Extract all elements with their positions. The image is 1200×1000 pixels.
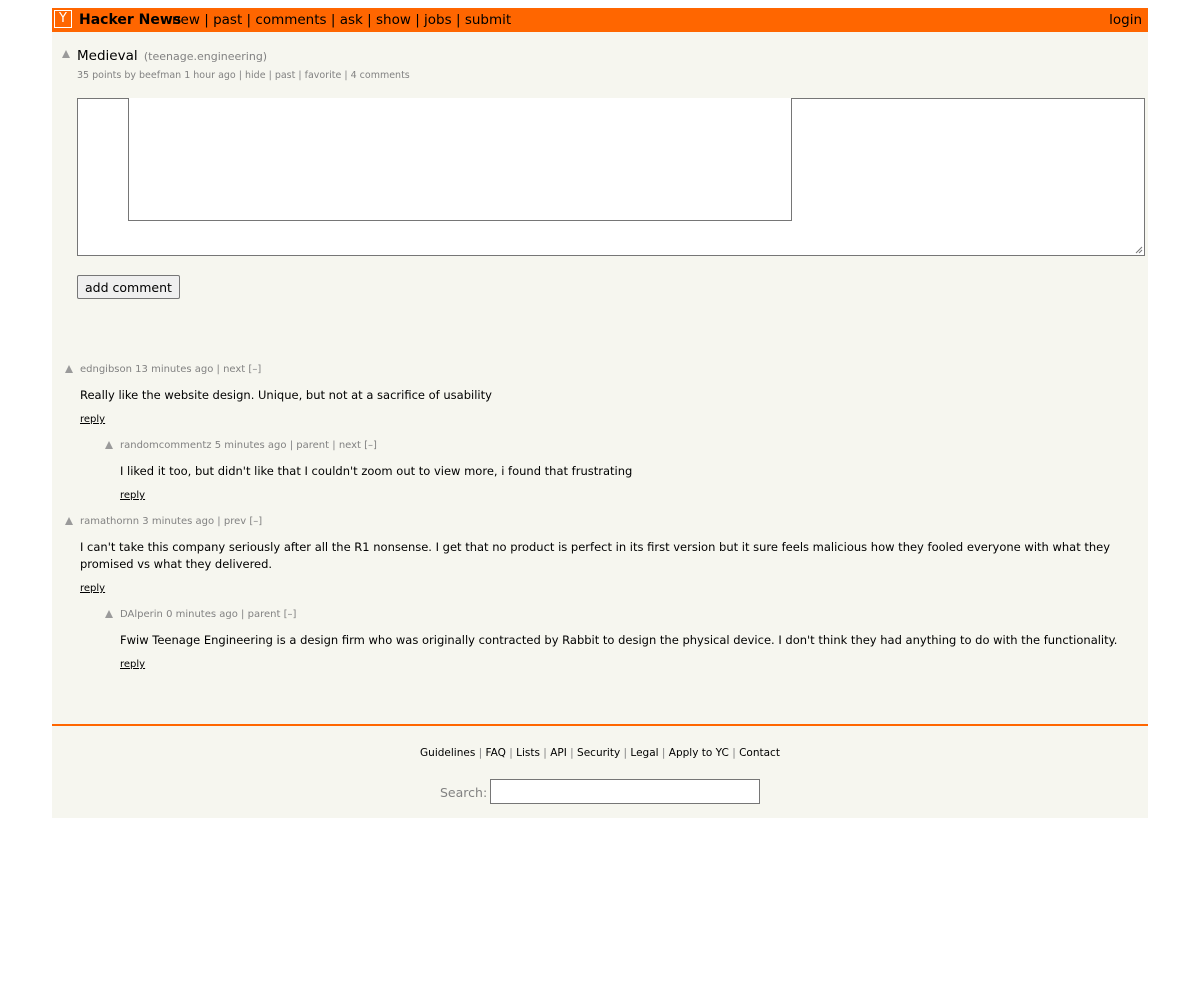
comment-age-link[interactable]: 5 minutes ago [215,440,287,451]
comment-reply-link[interactable]: reply [120,658,145,671]
comment-text: Fwiw Teenage Engineering is a design fir… [120,633,1118,647]
story-upvote-icon[interactable] [62,50,70,58]
footer-contact-link[interactable]: Contact [739,747,780,759]
footer-apply-link[interactable]: Apply to YC [669,747,729,759]
footer-separator: | [623,747,628,759]
story-by: by [124,70,136,81]
footer-separator: | [732,747,736,759]
story-title-text: Medieval [77,48,138,64]
comment-reply-link[interactable]: reply [120,489,145,502]
comment-separator: | [332,440,336,451]
comment-upvote-icon[interactable] [105,610,113,618]
comment-user-link[interactable]: ramathornn [80,516,139,527]
comment-parent-link[interactable]: parent [248,609,281,620]
story-title[interactable]: Medieval (teenage.engineering) [77,47,267,66]
story-subtext: 35 points by beefman 1 hour ago | hide |… [77,69,410,82]
footer-separator: | [543,747,547,759]
comment-prev-link[interactable]: prev [224,516,246,527]
footer-lists-link[interactable]: Lists [516,747,540,759]
comment-separator: | [241,609,245,620]
search-label: Search: [440,785,488,800]
footer-legal-link[interactable]: Legal [630,747,658,759]
login-link[interactable]: login [1109,11,1142,29]
comment-age-link[interactable]: 13 minutes ago [135,364,213,375]
nav-past[interactable]: past [213,12,242,28]
comment-separator: | [289,440,294,451]
footer-api-link[interactable]: API [550,747,567,759]
footer-faq-link[interactable]: FAQ [486,747,506,759]
comment-toggle[interactable]: [–] [248,364,261,375]
subtext-separator: | [268,70,272,81]
comment-next-link[interactable]: next [223,364,245,375]
story-favorite-link[interactable]: favorite [305,70,342,81]
y-logo-icon[interactable]: Y [54,10,72,28]
story-user-link[interactable]: beefman [139,70,181,81]
nav-ask[interactable]: ask [340,12,363,28]
comment-upvote-icon[interactable] [65,365,73,373]
comment-user-link[interactable]: edngibson [80,364,132,375]
story-past-link[interactable]: past [275,70,296,81]
top-nav: new | past | comments | ask | show | job… [172,11,511,29]
story-comments-link[interactable]: 4 comments [351,70,410,81]
comment-text: Really like the website design. Unique, … [80,388,492,402]
footer-separator: | [478,747,483,759]
footer-separator: | [661,747,666,759]
comment-upvote-icon[interactable] [65,517,73,525]
story-points: 35 points [77,70,122,81]
nav-submit[interactable]: submit [465,12,511,28]
comment-reply-link[interactable]: reply [80,413,105,426]
nav-separator: | [204,12,209,28]
comment-toggle[interactable]: [–] [284,609,297,620]
story-hide-link[interactable]: hide [245,70,266,81]
comment-toggle[interactable]: [–] [249,516,262,527]
comment-toggle[interactable]: [–] [364,440,377,451]
nav-show[interactable]: show [376,12,411,28]
hn-page: Y Hacker News new | past | comments | as… [52,8,1148,818]
comment-text: I liked it too, but didn't like that I c… [120,464,633,478]
footer-divider [52,724,1148,726]
inner-frame [128,98,792,221]
subtext-separator: | [298,70,302,81]
resize-grip-icon[interactable] [1135,246,1143,254]
comment-header: ramathornn 3 minutes ago | prev [–] [80,515,262,529]
footer-separator: | [509,747,513,759]
nav-separator: | [367,12,372,28]
comment-upvote-icon[interactable] [105,441,113,449]
site-name-link[interactable]: Hacker News [79,11,181,29]
top-bar: Y Hacker News new | past | comments | as… [52,8,1148,32]
footer-links: Guidelines | FAQ | Lists | API | Securit… [52,746,1148,761]
comment-next-link[interactable]: next [339,440,361,451]
footer-separator: | [570,747,574,759]
comment-parent-link[interactable]: parent [296,440,329,451]
comment-header: randomcommentz 5 minutes ago | parent | … [120,439,377,453]
comment-age-link[interactable]: 3 minutes ago [142,516,214,527]
nav-comments[interactable]: comments [255,12,326,28]
comment-separator: | [217,516,221,527]
story-site[interactable]: (teenage.engineering) [144,50,267,63]
footer-guidelines-link[interactable]: Guidelines [420,747,475,759]
comment-text: I can't take this company seriously afte… [80,540,1111,571]
comment-reply-link[interactable]: reply [80,582,105,595]
search-input[interactable] [490,779,760,804]
nav-separator: | [455,12,461,28]
subtext-separator: | [344,70,348,81]
nav-jobs[interactable]: jobs [424,12,452,28]
nav-separator: | [246,12,252,28]
footer-security-link[interactable]: Security [577,747,620,759]
subtext-separator: | [238,70,242,81]
comment-header: edngibson 13 minutes ago | next [–] [80,363,261,377]
nav-separator: | [415,12,420,28]
comment-user-link[interactable]: randomcommentz [120,440,212,451]
comment-user-link[interactable]: DAlperin [120,609,163,620]
story-age-link[interactable]: 1 hour ago [184,70,236,81]
add-comment-button[interactable]: add comment [77,275,180,299]
comment-separator: | [216,364,220,375]
nav-separator: | [330,12,336,28]
nav-new[interactable]: new [172,12,200,28]
comment-age-link[interactable]: 0 minutes ago [166,609,238,620]
comment-header: DAlperin 0 minutes ago | parent [–] [120,608,296,622]
